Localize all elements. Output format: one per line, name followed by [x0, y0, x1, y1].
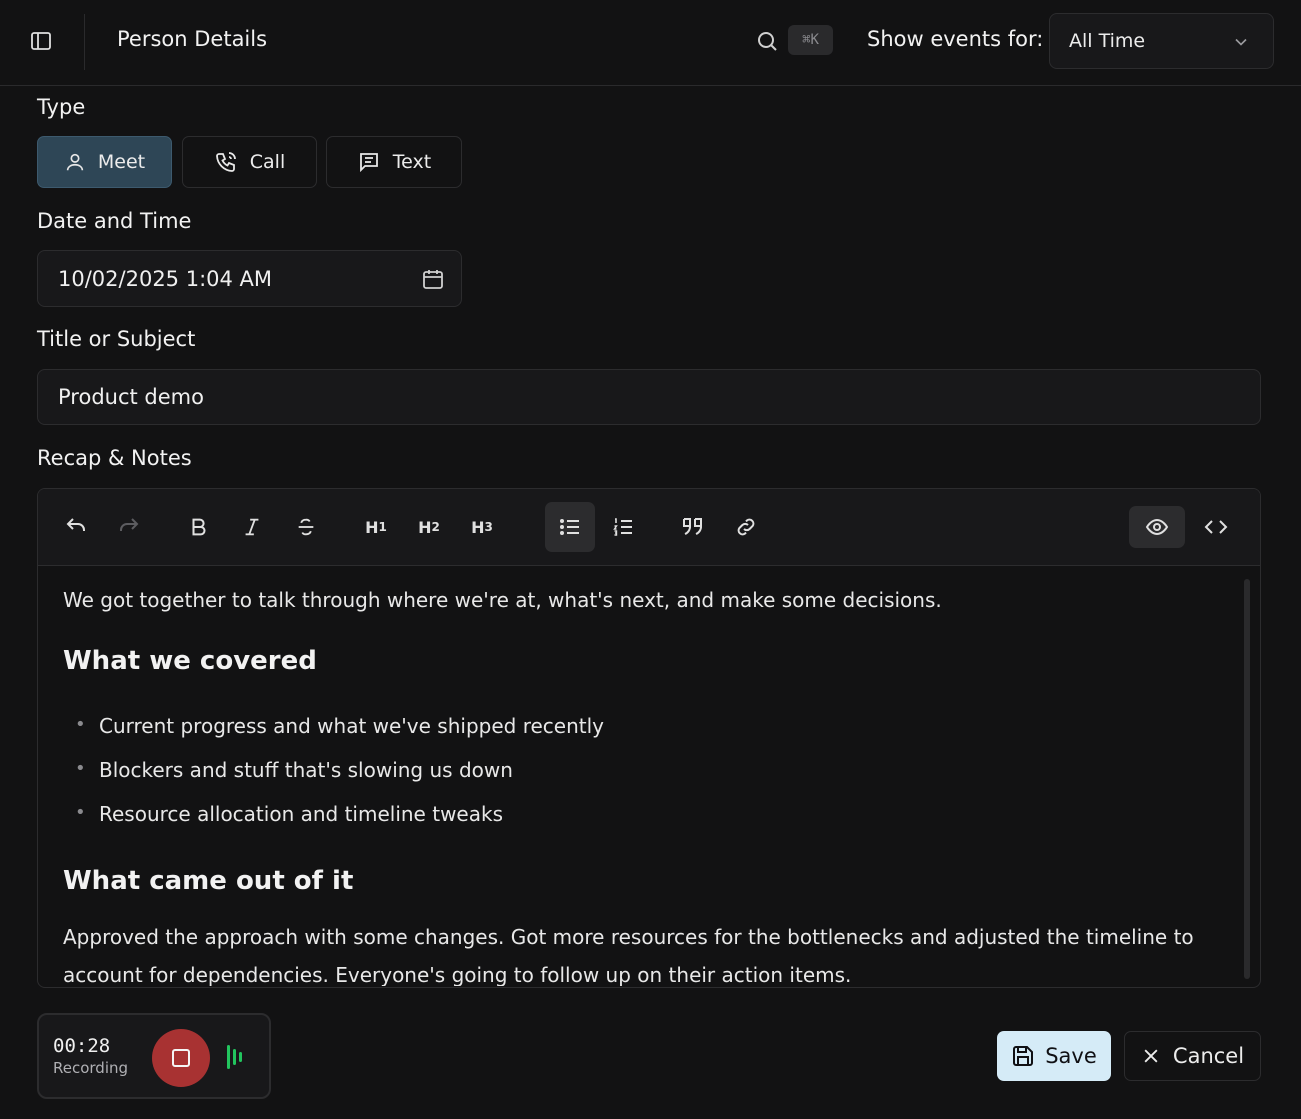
person-icon — [66, 153, 84, 171]
close-icon — [1144, 1049, 1158, 1063]
heading1-button[interactable]: H1 — [351, 502, 401, 552]
sidebar-toggle-button[interactable] — [22, 24, 60, 58]
title-field[interactable]: Product demo — [37, 369, 1261, 425]
list-item-text: Blockers and stuff that's slowing us dow… — [99, 758, 513, 782]
title-value: Product demo — [58, 385, 204, 409]
type-label: Type — [37, 95, 86, 119]
message-icon — [359, 153, 378, 173]
quote-button[interactable] — [668, 502, 718, 552]
search-button[interactable] — [750, 24, 784, 58]
show-events-label: Show events for: — [867, 27, 1044, 51]
bullet-list-icon — [560, 519, 579, 535]
italic-button[interactable] — [227, 502, 277, 552]
sidebar-icon — [31, 32, 51, 50]
stop-icon — [172, 1049, 190, 1067]
datetime-value: 10/02/2025 1:04 AM — [58, 267, 273, 291]
heading2-letter: H — [418, 517, 432, 537]
ordered-list-button[interactable] — [598, 502, 648, 552]
editor-content[interactable]: We got together to talk through where we… — [63, 566, 1223, 986]
strikethrough-icon — [298, 518, 314, 536]
list-item-text: Current progress and what we've shipped … — [99, 714, 604, 738]
italic-icon — [245, 518, 259, 536]
search-shortcut-badge: ⌘K — [788, 25, 833, 55]
bullet-list-button[interactable] — [545, 502, 595, 552]
recording-timer: 00:28 — [53, 1035, 111, 1057]
notes-bullet-list: • Current progress and what we've shipped… — [75, 714, 604, 846]
type-meet-label: Meet — [97, 151, 146, 173]
eye-icon — [1145, 518, 1169, 536]
header-divider — [84, 14, 85, 70]
bold-button[interactable] — [174, 502, 224, 552]
recording-status: Recording — [53, 1059, 129, 1077]
editor-toolbar: H1 H2 H3 — [38, 489, 1260, 566]
code-icon — [1204, 520, 1228, 534]
strikethrough-button[interactable] — [281, 502, 331, 552]
datetime-field[interactable]: 10/02/2025 1:04 AM — [37, 250, 462, 307]
heading3-letter: H — [471, 517, 485, 537]
stop-recording-button[interactable] — [152, 1029, 210, 1087]
time-range-value: All Time — [1069, 30, 1146, 52]
heading1-level: 1 — [378, 520, 387, 534]
bold-icon — [192, 518, 206, 536]
list-item-text: Resource allocation and timeline tweaks — [99, 802, 503, 826]
cancel-label: Cancel — [1172, 1044, 1245, 1068]
ordered-list-icon — [613, 518, 632, 536]
title-label: Title or Subject — [37, 327, 196, 351]
heading3-level: 3 — [484, 520, 493, 534]
notes-label: Recap & Notes — [37, 446, 192, 470]
preview-button[interactable] — [1129, 506, 1185, 548]
cancel-button[interactable]: Cancel — [1124, 1031, 1261, 1081]
heading2-button[interactable]: H2 — [404, 502, 454, 552]
heading1-letter: H — [365, 517, 379, 537]
redo-icon — [120, 518, 139, 531]
notes-heading-outcome: What came out of it — [63, 866, 354, 896]
notes-outcome: Approved the approach with some changes.… — [63, 925, 1194, 986]
notes-editor[interactable]: H1 H2 H3 We got together to talk through… — [37, 488, 1261, 988]
list-item: • Resource allocation and timeline tweaks — [75, 802, 503, 826]
notes-heading-covered: What we covered — [63, 646, 317, 676]
time-range-select[interactable]: All Time — [1049, 13, 1274, 69]
type-text-label: Text — [392, 151, 432, 173]
save-button[interactable]: Save — [997, 1031, 1111, 1081]
top-bar: Person Details ⌘K Show events for: All T… — [0, 0, 1301, 86]
calendar-icon[interactable] — [421, 266, 445, 292]
code-view-button[interactable] — [1191, 502, 1241, 552]
undo-icon — [66, 518, 85, 531]
heading2-level: 2 — [431, 520, 440, 534]
link-icon — [737, 518, 755, 536]
redo-button[interactable] — [104, 502, 154, 552]
editor-scrollbar[interactable] — [1244, 579, 1250, 979]
heading3-button[interactable]: H3 — [457, 502, 507, 552]
search-icon — [758, 32, 777, 51]
notes-intro: We got together to talk through where we… — [63, 588, 942, 612]
save-label: Save — [1045, 1044, 1097, 1068]
undo-button[interactable] — [51, 502, 101, 552]
type-call-label: Call — [249, 151, 286, 173]
datetime-label: Date and Time — [37, 209, 192, 233]
save-icon — [1013, 1046, 1034, 1066]
link-button[interactable] — [721, 502, 771, 552]
voice-recorder: 00:28 Recording — [37, 1013, 271, 1099]
list-item: • Blockers and stuff that's slowing us do… — [75, 758, 513, 782]
page-title: Person Details — [117, 27, 268, 51]
type-call-button[interactable]: Call — [182, 136, 317, 188]
chevron-down-icon — [1235, 38, 1247, 46]
audio-level-icon — [227, 1045, 242, 1069]
quote-icon — [683, 518, 702, 535]
type-meet-button[interactable]: Meet — [37, 136, 172, 188]
list-item: • Current progress and what we've shipped… — [75, 714, 604, 738]
phone-icon — [215, 152, 236, 172]
type-text-button[interactable]: Text — [326, 136, 462, 188]
